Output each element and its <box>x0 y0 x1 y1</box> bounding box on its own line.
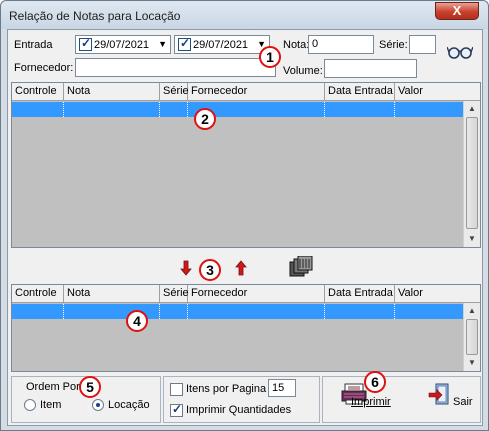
scroll-up-icon[interactable]: ▲ <box>464 303 480 319</box>
imprimir-quantidades-checkbox[interactable] <box>170 402 183 417</box>
callout-badge-3: 3 <box>199 259 221 281</box>
actions-panel: Imprimir Sair <box>322 376 481 423</box>
stack-icon[interactable] <box>288 255 314 278</box>
cell <box>325 102 395 117</box>
col-data-entrada[interactable]: Data Entrada <box>325 285 395 303</box>
itens-por-pagina-input[interactable]: 15 <box>268 379 296 397</box>
close-icon: X <box>452 3 462 18</box>
order-item-radio[interactable] <box>24 399 36 411</box>
col-serie[interactable]: Série <box>160 83 189 101</box>
col-controle[interactable]: Controle <box>12 285 64 303</box>
order-locacao-label[interactable]: Locação <box>108 399 150 411</box>
scroll-up-icon[interactable]: ▲ <box>464 101 480 117</box>
scroll-down-icon[interactable]: ▼ <box>464 231 480 247</box>
callout-badge-2: 2 <box>194 108 216 130</box>
volume-label: Volume: <box>283 65 323 77</box>
imprimir-quantidades-label[interactable]: Imprimir Quantidades <box>186 404 291 416</box>
itens-por-pagina-checkbox[interactable] <box>170 383 183 396</box>
exit-button[interactable]: Sair <box>422 381 478 417</box>
date-to-picker[interactable]: 29/07/2021 ▼ <box>174 35 270 54</box>
serie-input[interactable] <box>409 35 436 54</box>
itens-por-pagina-label[interactable]: Itens por Pagina <box>186 383 266 395</box>
print-options-panel: Itens por Pagina 15 Imprimir Quantidades <box>163 376 320 423</box>
nota-label: Nota: <box>283 39 310 51</box>
table-row[interactable] <box>12 102 465 117</box>
window: Relação de Notas para Locação X Entrada … <box>0 0 489 431</box>
callout-badge-6: 6 <box>364 371 386 393</box>
cell <box>160 102 188 117</box>
exit-label: Sair <box>453 396 473 408</box>
fornecedor-input[interactable] <box>75 58 276 77</box>
callout-badge-1: 1 <box>259 46 281 68</box>
col-nota[interactable]: Nota <box>64 285 160 303</box>
client-area: Entrada 29/07/2021 ▼ 29/07/2021 ▼ Nota: … <box>7 29 483 426</box>
order-locacao-radio[interactable] <box>92 399 104 411</box>
date-to-value: 29/07/2021 <box>193 39 249 51</box>
cell <box>188 304 325 319</box>
scroll-thumb[interactable] <box>466 319 478 355</box>
grid-header: Controle Nota Série Fornecedor Data Entr… <box>12 83 480 101</box>
cell <box>12 102 64 117</box>
callout-badge-5: 5 <box>79 376 101 398</box>
scroll-thumb[interactable] <box>466 117 478 229</box>
fornecedor-label: Fornecedor: <box>14 62 74 74</box>
col-valor[interactable]: Valor <box>395 83 465 101</box>
window-title: Relação de Notas para Locação <box>9 9 181 23</box>
chevron-down-icon[interactable]: ▼ <box>158 39 167 49</box>
arrow-up-icon[interactable] <box>235 260 247 276</box>
cell <box>64 102 160 117</box>
col-valor[interactable]: Valor <box>395 285 465 303</box>
close-button[interactable]: X <box>435 2 479 20</box>
cell <box>160 304 188 319</box>
col-controle[interactable]: Controle <box>12 83 64 101</box>
bottom-grid-scrollbar[interactable]: ▲ ▼ <box>463 303 480 371</box>
order-item-label[interactable]: Item <box>40 399 61 411</box>
notes-grid[interactable]: Controle Nota Série Fornecedor Data Entr… <box>11 82 481 248</box>
volume-input[interactable] <box>324 59 417 78</box>
col-fornecedor[interactable]: Fornecedor <box>188 285 325 303</box>
exit-door-icon <box>428 383 450 407</box>
table-row[interactable] <box>12 304 465 319</box>
order-label: Ordem Por <box>26 381 80 393</box>
arrow-down-icon[interactable] <box>180 260 192 276</box>
cell <box>12 304 64 319</box>
date-from-picker[interactable]: 29/07/2021 ▼ <box>75 35 171 54</box>
date-from-checkbox[interactable] <box>79 36 92 51</box>
col-nota[interactable]: Nota <box>64 83 160 101</box>
nota-input[interactable]: 0 <box>308 35 374 54</box>
cell <box>325 304 395 319</box>
date-to-checkbox[interactable] <box>178 36 191 51</box>
top-grid-scrollbar[interactable]: ▲ ▼ <box>463 101 480 247</box>
print-label: Imprimir <box>351 396 391 408</box>
col-data-entrada[interactable]: Data Entrada <box>325 83 395 101</box>
callout-badge-4: 4 <box>126 310 148 332</box>
selected-notes-grid[interactable]: Controle Nota Série Fornecedor Data Entr… <box>11 284 481 372</box>
title-bar[interactable]: Relação de Notas para Locação X <box>1 1 488 29</box>
scroll-down-icon[interactable]: ▼ <box>464 355 480 371</box>
grid-header: Controle Nota Série Fornecedor Data Entr… <box>12 285 480 303</box>
date-from-value: 29/07/2021 <box>94 39 150 51</box>
glasses-icon[interactable] <box>446 44 474 60</box>
col-serie[interactable]: Série <box>160 285 189 303</box>
entrada-label: Entrada <box>14 39 53 51</box>
col-fornecedor[interactable]: Fornecedor <box>188 83 325 101</box>
serie-label: Série: <box>379 39 408 51</box>
